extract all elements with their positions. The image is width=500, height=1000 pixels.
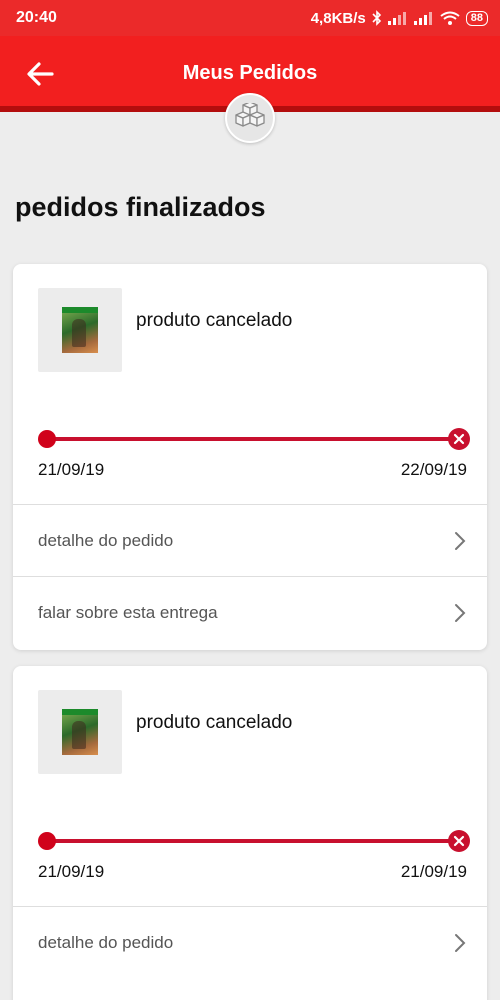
order-details-link[interactable]: detalhe do pedido bbox=[13, 906, 487, 978]
status-time: 20:40 bbox=[16, 9, 57, 26]
cancel-icon bbox=[448, 428, 470, 450]
talk-about-delivery-link[interactable]: falar sobre esta entrega bbox=[13, 576, 487, 648]
wifi-icon bbox=[440, 11, 460, 25]
status-bar: 20:40 4,8KB/s 88 bbox=[0, 0, 500, 36]
section-title: pedidos finalizados bbox=[15, 192, 266, 222]
status-icons: 4,8KB/s 88 bbox=[311, 10, 488, 27]
game-cover bbox=[62, 307, 98, 353]
product-image[interactable] bbox=[38, 288, 122, 372]
product-status: produto cancelado bbox=[136, 310, 293, 331]
page-title: Meus Pedidos bbox=[182, 62, 318, 84]
network-speed: 4,8KB/s bbox=[310, 9, 366, 27]
order-details-link[interactable]: detalhe do pedido bbox=[13, 504, 487, 576]
chevron-right-icon bbox=[455, 531, 466, 550]
order-details-label: detalhe do pedido bbox=[38, 530, 174, 550]
signal-icon bbox=[387, 12, 406, 25]
bluetooth-icon bbox=[372, 10, 381, 26]
timeline-line bbox=[48, 437, 458, 441]
game-cover bbox=[62, 709, 98, 755]
chevron-right-icon bbox=[455, 603, 466, 622]
battery-indicator: 88 bbox=[465, 10, 488, 26]
talk-about-delivery-label: falar sobre esta entrega bbox=[38, 602, 218, 622]
order-details-label: detalhe do pedido bbox=[38, 932, 174, 952]
product-status: produto cancelado bbox=[136, 712, 293, 733]
timeline-line bbox=[48, 839, 458, 843]
start-date: 21/09/19 bbox=[38, 862, 105, 881]
boxes-badge bbox=[225, 93, 275, 143]
chevron-right-icon bbox=[455, 933, 466, 952]
signal-icon-2 bbox=[413, 12, 432, 25]
timeline-start-dot bbox=[38, 832, 56, 850]
order-card: produto cancelado 21/09/19 22/09/19 deta… bbox=[13, 264, 487, 650]
timeline-start-dot bbox=[38, 430, 56, 448]
product-image[interactable] bbox=[38, 690, 122, 774]
start-date: 21/09/19 bbox=[38, 460, 105, 479]
end-date: 21/09/19 bbox=[400, 862, 467, 881]
delivery-timeline bbox=[38, 428, 470, 450]
boxes-icon bbox=[235, 103, 265, 127]
order-card: produto cancelado 21/09/19 21/09/19 deta… bbox=[13, 666, 487, 1000]
cancel-icon bbox=[448, 830, 470, 852]
end-date: 22/09/19 bbox=[400, 460, 467, 479]
delivery-timeline bbox=[38, 830, 470, 852]
